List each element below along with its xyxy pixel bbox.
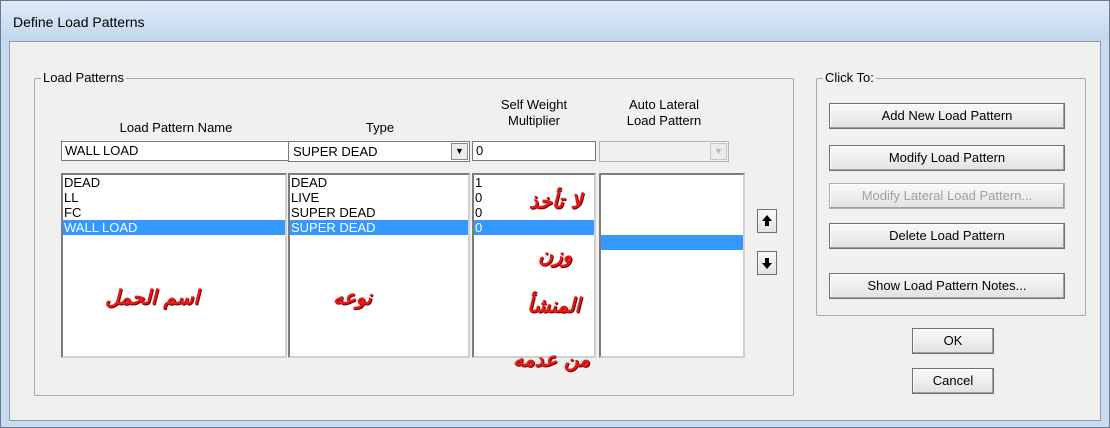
chevron-down-icon[interactable]: ▼ <box>710 143 727 160</box>
click-to-legend: Click To: <box>823 70 876 85</box>
list-item[interactable]: SUPER DEAD <box>290 205 468 220</box>
arrow-up-icon <box>762 215 772 226</box>
list-item[interactable]: 1 <box>474 175 594 190</box>
list-item[interactable]: DEAD <box>63 175 285 190</box>
type-select[interactable]: SUPER DEAD ▼ <box>288 141 470 162</box>
annotation-type: نوعه <box>333 285 372 309</box>
title-bar[interactable]: Define Load Patterns <box>1 1 1109 41</box>
header-auto-lateral: Auto Lateral Load Pattern <box>599 97 729 129</box>
list-item-selected[interactable]: 0 <box>474 220 594 235</box>
annotation-weight-2: وزن <box>538 243 573 267</box>
annotation-weight-4: من عدمه <box>513 347 590 371</box>
ok-button[interactable]: OK <box>912 328 994 354</box>
self-weight-multiplier-input[interactable]: 0 <box>472 141 596 161</box>
annotation-load-name: اسم الحمل <box>105 285 199 309</box>
add-new-load-pattern-button[interactable]: Add New Load Pattern <box>829 103 1065 129</box>
list-item[interactable]: LIVE <box>290 190 468 205</box>
list-item-selected[interactable] <box>601 235 743 250</box>
auto-lateral-select[interactable]: ▼ <box>599 141 729 162</box>
window-title: Define Load Patterns <box>13 14 145 30</box>
load-patterns-group: Load Patterns Load Pattern Name Type Sel… <box>34 70 794 396</box>
header-auto-lateral-line1: Auto Lateral <box>628 97 700 112</box>
header-self-weight-line1: Self Weight <box>500 97 568 112</box>
header-load-pattern-name: Load Pattern Name <box>119 120 233 135</box>
type-select-value: SUPER DEAD <box>293 144 378 159</box>
header-type: Type <box>365 120 395 135</box>
list-item[interactable]: FC <box>63 205 285 220</box>
list-item-selected[interactable]: WALL LOAD <box>63 220 285 235</box>
arrow-down-icon <box>762 258 772 269</box>
header-self-weight-line2: Multiplier <box>507 113 560 128</box>
load-pattern-name-input[interactable]: WALL LOAD <box>61 141 291 161</box>
load-patterns-legend: Load Patterns <box>41 70 126 85</box>
move-down-button[interactable] <box>757 251 777 275</box>
auto-lateral-list[interactable] <box>599 173 745 358</box>
delete-load-pattern-button[interactable]: Delete Load Pattern <box>829 223 1065 249</box>
chevron-down-icon[interactable]: ▼ <box>451 143 468 160</box>
header-self-weight: Self Weight Multiplier <box>472 97 596 129</box>
click-to-group: Click To: Add New Load Pattern Modify Lo… <box>816 70 1086 316</box>
annotation-weight-1: لا تأخذ <box>529 189 582 213</box>
list-item-selected[interactable]: SUPER DEAD <box>290 220 468 235</box>
dialog-client-area: Load Patterns Load Pattern Name Type Sel… <box>9 41 1101 421</box>
list-item[interactable]: DEAD <box>290 175 468 190</box>
dialog-window: Define Load Patterns Load Patterns Load … <box>0 0 1110 428</box>
modify-load-pattern-button[interactable]: Modify Load Pattern <box>829 145 1065 171</box>
move-up-button[interactable] <box>757 209 777 233</box>
load-pattern-name-list[interactable]: DEAD LL FC WALL LOAD <box>61 173 287 358</box>
type-list[interactable]: DEAD LIVE SUPER DEAD SUPER DEAD <box>288 173 470 358</box>
annotation-weight-3: المنشأ <box>527 293 581 317</box>
show-load-pattern-notes-button[interactable]: Show Load Pattern Notes... <box>829 273 1065 299</box>
list-item[interactable]: LL <box>63 190 285 205</box>
header-auto-lateral-line2: Load Pattern <box>626 113 702 128</box>
modify-lateral-load-pattern-button[interactable]: Modify Lateral Load Pattern... <box>829 183 1065 209</box>
cancel-button[interactable]: Cancel <box>912 368 994 394</box>
